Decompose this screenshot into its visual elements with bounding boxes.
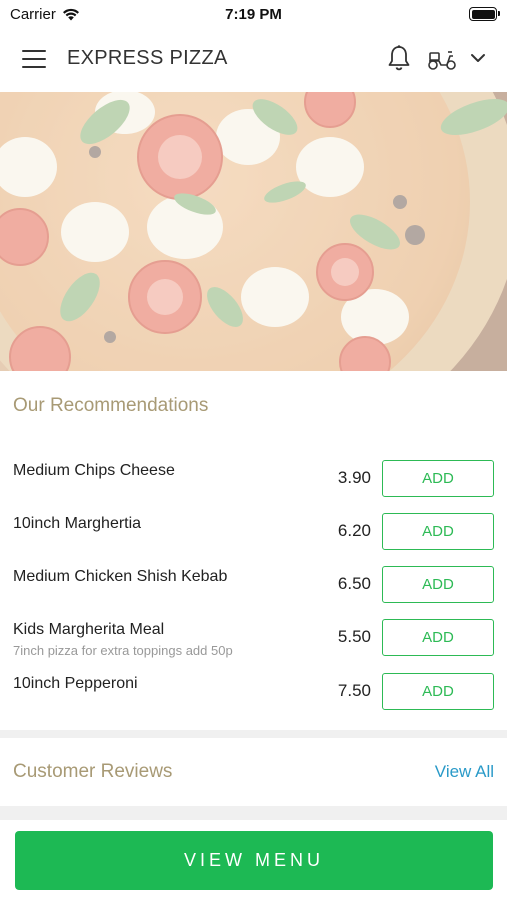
chevron-down-icon[interactable]: [470, 52, 486, 64]
clock: 7:19 PM: [225, 6, 282, 23]
item-price: 6.20: [337, 521, 371, 540]
item-description: 7inch pizza for extra toppings add 50p: [13, 643, 233, 658]
list-item: 10inch Pepperoni 7.50 ADD: [0, 673, 507, 725]
item-price: 7.50: [337, 681, 371, 700]
item-price: 5.50: [337, 627, 371, 646]
menu-icon[interactable]: [22, 50, 46, 68]
list-item: 10inch Marghertia 6.20 ADD: [0, 513, 507, 565]
battery-icon: [469, 7, 500, 21]
page-title: EXPRESS PIZZA: [67, 47, 228, 69]
view-all-link[interactable]: View All: [435, 762, 494, 782]
add-button[interactable]: ADD: [382, 619, 494, 656]
reviews-title: Customer Reviews: [13, 761, 173, 782]
item-price: 6.50: [337, 574, 371, 593]
section-divider: [0, 806, 507, 820]
add-button[interactable]: ADD: [382, 460, 494, 497]
hero-image: [0, 92, 507, 371]
status-bar: Carrier 7:19 PM: [0, 0, 507, 28]
bell-icon[interactable]: [386, 44, 412, 72]
item-price: 3.90: [337, 468, 371, 487]
list-item: Medium Chicken Shish Kebab 6.50 ADD: [0, 566, 507, 618]
app-header: EXPRESS PIZZA: [0, 28, 507, 92]
scooter-icon[interactable]: [426, 46, 458, 72]
recommendations-title: Our Recommendations: [13, 395, 209, 416]
add-button[interactable]: ADD: [382, 513, 494, 550]
view-menu-button[interactable]: VIEW MENU: [15, 831, 493, 890]
list-item: Kids Margherita Meal 7inch pizza for ext…: [0, 619, 507, 671]
item-name: 10inch Pepperoni: [13, 675, 138, 692]
item-name: Medium Chicken Shish Kebab: [13, 568, 228, 585]
item-name: Kids Margherita Meal: [13, 621, 165, 638]
item-name: 10inch Marghertia: [13, 515, 142, 532]
pizza-illustration: [0, 92, 507, 371]
item-name: Medium Chips Cheese: [13, 462, 175, 479]
add-button[interactable]: ADD: [382, 566, 494, 603]
list-item: Medium Chips Cheese 3.90 ADD: [0, 460, 507, 512]
add-button[interactable]: ADD: [382, 673, 494, 710]
section-divider: [0, 730, 507, 738]
